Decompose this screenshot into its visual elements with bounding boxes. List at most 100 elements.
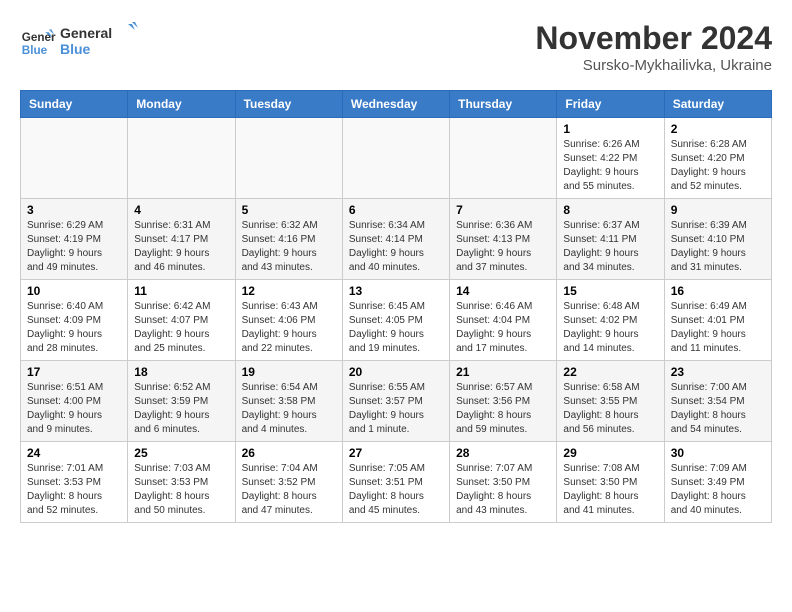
day-info: Sunrise: 7:03 AM Sunset: 3:53 PM Dayligh… xyxy=(134,462,228,518)
day-number: 10 xyxy=(27,284,121,298)
day-info: Sunrise: 6:37 AM Sunset: 4:11 PM Dayligh… xyxy=(563,219,657,275)
calendar-cell: 22 Sunrise: 6:58 AM Sunset: 3:55 PM Dayli… xyxy=(557,361,664,442)
day-info: Sunrise: 7:05 AM Sunset: 3:51 PM Dayligh… xyxy=(349,462,443,518)
day-info: Sunrise: 6:28 AM Sunset: 4:20 PM Dayligh… xyxy=(671,138,765,194)
day-number: 8 xyxy=(563,203,657,217)
day-number: 23 xyxy=(671,365,765,379)
day-number: 17 xyxy=(27,365,121,379)
day-info: Sunrise: 7:09 AM Sunset: 3:49 PM Dayligh… xyxy=(671,462,765,518)
day-info: Sunrise: 7:00 AM Sunset: 3:54 PM Dayligh… xyxy=(671,381,765,437)
day-number: 30 xyxy=(671,446,765,460)
day-info: Sunrise: 6:42 AM Sunset: 4:07 PM Dayligh… xyxy=(134,300,228,356)
location: Sursko-Mykhailivka, Ukraine xyxy=(535,57,772,74)
day-info: Sunrise: 6:32 AM Sunset: 4:16 PM Dayligh… xyxy=(242,219,336,275)
title-block: November 2024 Sursko-Mykhailivka, Ukrain… xyxy=(535,20,772,74)
day-number: 4 xyxy=(134,203,228,217)
day-number: 1 xyxy=(563,122,657,136)
calendar-cell xyxy=(128,118,235,199)
day-number: 20 xyxy=(349,365,443,379)
day-number: 29 xyxy=(563,446,657,460)
day-number: 6 xyxy=(349,203,443,217)
calendar-cell: 8 Sunrise: 6:37 AM Sunset: 4:11 PM Daylig… xyxy=(557,199,664,280)
page-header: General Blue General Blue November 2024 … xyxy=(20,20,772,74)
day-number: 13 xyxy=(349,284,443,298)
calendar-week-row: 24 Sunrise: 7:01 AM Sunset: 3:53 PM Dayli… xyxy=(21,442,772,523)
day-info: Sunrise: 6:31 AM Sunset: 4:17 PM Dayligh… xyxy=(134,219,228,275)
day-info: Sunrise: 6:36 AM Sunset: 4:13 PM Dayligh… xyxy=(456,219,550,275)
calendar-cell: 18 Sunrise: 6:52 AM Sunset: 3:59 PM Dayli… xyxy=(128,361,235,442)
calendar-cell: 6Sunrise: 6:34 AM Sunset: 4:14 PM Daylig… xyxy=(342,199,449,280)
day-number: 25 xyxy=(134,446,228,460)
weekday-header: Thursday xyxy=(450,91,557,118)
day-info: Sunrise: 6:51 AM Sunset: 4:00 PM Dayligh… xyxy=(27,381,121,437)
day-number: 15 xyxy=(563,284,657,298)
calendar-header-row: SundayMondayTuesdayWednesdayThursdayFrid… xyxy=(21,91,772,118)
day-info: Sunrise: 7:04 AM Sunset: 3:52 PM Dayligh… xyxy=(242,462,336,518)
svg-text:General: General xyxy=(22,31,56,44)
calendar-cell: 26 Sunrise: 7:04 AM Sunset: 3:52 PM Dayli… xyxy=(235,442,342,523)
calendar-cell: 16Sunrise: 6:49 AM Sunset: 4:01 PM Dayli… xyxy=(664,280,771,361)
day-number: 24 xyxy=(27,446,121,460)
day-number: 26 xyxy=(242,446,336,460)
weekday-header: Monday xyxy=(128,91,235,118)
calendar-week-row: 10 Sunrise: 6:40 AM Sunset: 4:09 PM Dayli… xyxy=(21,280,772,361)
calendar-cell: 3Sunrise: 6:29 AM Sunset: 4:19 PM Daylig… xyxy=(21,199,128,280)
day-info: Sunrise: 6:39 AM Sunset: 4:10 PM Dayligh… xyxy=(671,219,765,275)
calendar-cell: 23 Sunrise: 7:00 AM Sunset: 3:54 PM Dayli… xyxy=(664,361,771,442)
svg-text:Blue: Blue xyxy=(60,41,91,57)
calendar-cell: 19Sunrise: 6:54 AM Sunset: 3:58 PM Dayli… xyxy=(235,361,342,442)
day-number: 27 xyxy=(349,446,443,460)
calendar-cell: 14 Sunrise: 6:46 AM Sunset: 4:04 PM Dayli… xyxy=(450,280,557,361)
calendar-cell: 24 Sunrise: 7:01 AM Sunset: 3:53 PM Dayli… xyxy=(21,442,128,523)
calendar-cell: 2 Sunrise: 6:28 AM Sunset: 4:20 PM Daylig… xyxy=(664,118,771,199)
calendar-cell: 21Sunrise: 6:57 AM Sunset: 3:56 PM Dayli… xyxy=(450,361,557,442)
day-info: Sunrise: 6:54 AM Sunset: 3:58 PM Dayligh… xyxy=(242,381,336,437)
day-number: 7 xyxy=(456,203,550,217)
logo-icon: General Blue xyxy=(20,25,56,61)
day-info: Sunrise: 6:40 AM Sunset: 4:09 PM Dayligh… xyxy=(27,300,121,356)
calendar-cell: 11Sunrise: 6:42 AM Sunset: 4:07 PM Dayli… xyxy=(128,280,235,361)
svg-text:Blue: Blue xyxy=(22,43,48,56)
day-number: 14 xyxy=(456,284,550,298)
calendar-cell: 12 Sunrise: 6:43 AM Sunset: 4:06 PM Dayli… xyxy=(235,280,342,361)
day-info: Sunrise: 6:57 AM Sunset: 3:56 PM Dayligh… xyxy=(456,381,550,437)
day-number: 12 xyxy=(242,284,336,298)
weekday-header: Friday xyxy=(557,91,664,118)
day-info: Sunrise: 7:07 AM Sunset: 3:50 PM Dayligh… xyxy=(456,462,550,518)
calendar-cell: 29Sunrise: 7:08 AM Sunset: 3:50 PM Dayli… xyxy=(557,442,664,523)
day-info: Sunrise: 6:49 AM Sunset: 4:01 PM Dayligh… xyxy=(671,300,765,356)
calendar-cell: 1 Sunrise: 6:26 AM Sunset: 4:22 PM Daylig… xyxy=(557,118,664,199)
day-number: 2 xyxy=(671,122,765,136)
svg-text:General: General xyxy=(60,25,112,41)
calendar-week-row: 1 Sunrise: 6:26 AM Sunset: 4:22 PM Daylig… xyxy=(21,118,772,199)
day-info: Sunrise: 6:48 AM Sunset: 4:02 PM Dayligh… xyxy=(563,300,657,356)
calendar-cell: 17 Sunrise: 6:51 AM Sunset: 4:00 PM Dayli… xyxy=(21,361,128,442)
calendar-cell xyxy=(235,118,342,199)
day-number: 18 xyxy=(134,365,228,379)
day-info: Sunrise: 6:29 AM Sunset: 4:19 PM Dayligh… xyxy=(27,219,121,275)
day-info: Sunrise: 6:43 AM Sunset: 4:06 PM Dayligh… xyxy=(242,300,336,356)
month-title: November 2024 xyxy=(535,20,772,57)
logo: General Blue General Blue xyxy=(20,20,140,65)
day-info: Sunrise: 6:58 AM Sunset: 3:55 PM Dayligh… xyxy=(563,381,657,437)
calendar-cell: 7 Sunrise: 6:36 AM Sunset: 4:13 PM Daylig… xyxy=(450,199,557,280)
weekday-header: Sunday xyxy=(21,91,128,118)
day-number: 5 xyxy=(242,203,336,217)
logo-svg: General Blue xyxy=(60,20,140,60)
calendar-cell: 27 Sunrise: 7:05 AM Sunset: 3:51 PM Dayli… xyxy=(342,442,449,523)
day-info: Sunrise: 7:01 AM Sunset: 3:53 PM Dayligh… xyxy=(27,462,121,518)
calendar-cell: 10 Sunrise: 6:40 AM Sunset: 4:09 PM Dayli… xyxy=(21,280,128,361)
day-info: Sunrise: 6:55 AM Sunset: 3:57 PM Dayligh… xyxy=(349,381,443,437)
calendar-cell: 20 Sunrise: 6:55 AM Sunset: 3:57 PM Dayli… xyxy=(342,361,449,442)
day-info: Sunrise: 6:26 AM Sunset: 4:22 PM Dayligh… xyxy=(563,138,657,194)
calendar-cell: 30 Sunrise: 7:09 AM Sunset: 3:49 PM Dayli… xyxy=(664,442,771,523)
day-info: Sunrise: 6:46 AM Sunset: 4:04 PM Dayligh… xyxy=(456,300,550,356)
calendar-cell xyxy=(450,118,557,199)
calendar-cell: 4 Sunrise: 6:31 AM Sunset: 4:17 PM Daylig… xyxy=(128,199,235,280)
calendar: SundayMondayTuesdayWednesdayThursdayFrid… xyxy=(20,90,772,523)
day-info: Sunrise: 6:52 AM Sunset: 3:59 PM Dayligh… xyxy=(134,381,228,437)
calendar-week-row: 17 Sunrise: 6:51 AM Sunset: 4:00 PM Dayli… xyxy=(21,361,772,442)
day-number: 22 xyxy=(563,365,657,379)
calendar-cell xyxy=(21,118,128,199)
calendar-cell: 15 Sunrise: 6:48 AM Sunset: 4:02 PM Dayli… xyxy=(557,280,664,361)
